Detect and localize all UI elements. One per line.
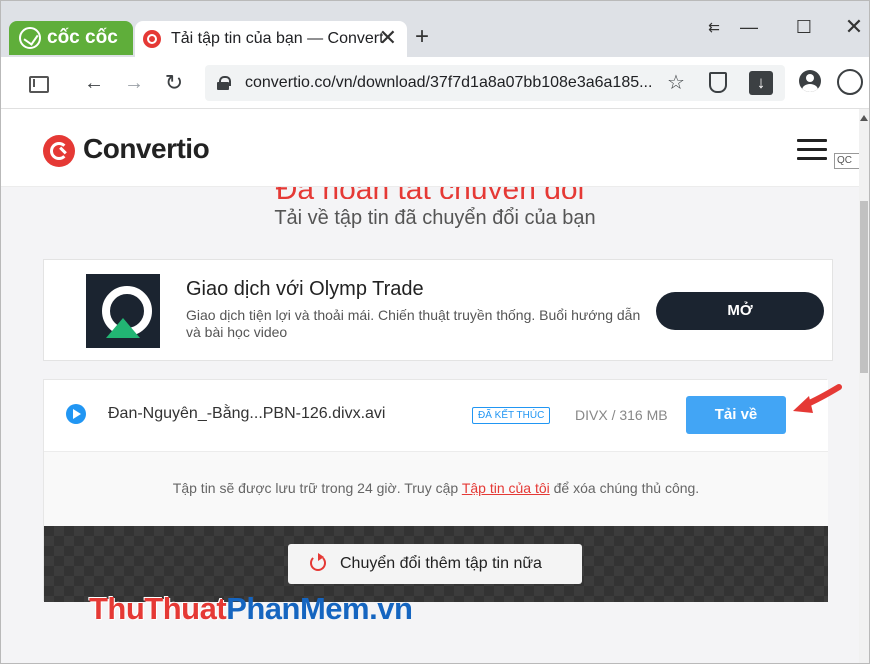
status-badge: ĐÃ KẾT THÚC (472, 407, 551, 424)
tab-title: Tải tập tin của bạn — Convertio (171, 30, 383, 47)
coccoc-brand-label: cốc cốc (47, 27, 118, 48)
convert-more-label: Chuyển đổi thêm tập tin nữa (340, 555, 542, 572)
ad-open-button[interactable]: MỞ (656, 292, 824, 330)
file-card: Đan-Nguyên_-Bằng...PBN-126.divx.avi ĐÃ K… (43, 379, 828, 602)
convertio-logo-icon[interactable] (43, 135, 75, 167)
ad-card[interactable]: Giao dịch với Olymp Trade Giao dịch tiện… (43, 259, 833, 361)
minimize-button[interactable]: — (734, 15, 764, 39)
download-icon[interactable]: ↓ (749, 71, 773, 95)
ad-title[interactable]: Giao dịch với Olymp Trade (186, 278, 424, 301)
forward-icon[interactable]: → (121, 70, 147, 96)
watermark-part3: .vn (369, 591, 413, 626)
close-window-button[interactable]: ✕ (839, 15, 869, 39)
scrollbar[interactable] (859, 109, 869, 663)
site-header: Convertio (1, 109, 859, 187)
maximize-button[interactable]: ☐ (789, 15, 819, 39)
close-tab-icon[interactable]: ✕ (379, 27, 397, 49)
extension-icon[interactable] (837, 69, 863, 95)
note-text: Tập tin sẽ được lưu trữ trong 24 giờ. Tr… (44, 480, 828, 496)
reload-icon[interactable]: ↻ (161, 70, 187, 96)
scroll-thumb[interactable] (860, 201, 868, 373)
scroll-up-icon[interactable] (860, 115, 868, 121)
browser-window: cốc cốc Tải tập tin của bạn — Convertio … (0, 0, 870, 664)
ad-description: Giao dịch tiện lợi và thoải mái. Chiến t… (186, 307, 641, 340)
ad-badge[interactable]: QC (834, 153, 862, 169)
watermark: ThuThuatPhanMem.vn (89, 591, 413, 627)
sidebar-icon[interactable] (25, 70, 51, 96)
tab-convertio[interactable]: Tải tập tin của bạn — Convertio ✕ (135, 21, 407, 57)
lock-icon[interactable] (217, 76, 231, 90)
note-text-before: Tập tin sẽ được lưu trữ trong 24 giờ. Tr… (172, 480, 462, 496)
star-icon[interactable]: ☆ (667, 70, 685, 95)
address-bar[interactable]: convertio.co/vn/download/37f7d1a8a07bb10… (205, 65, 785, 101)
site-name[interactable]: Convertio (83, 133, 210, 165)
watermark-part1: ThuThuat (89, 591, 227, 626)
coccoc-brand-tab[interactable]: cốc cốc (9, 21, 133, 55)
pin-window-button[interactable]: ⇇ (699, 15, 729, 39)
watermark-part2: PhanMem (226, 591, 370, 626)
browser-toolbar: ← → ↻ convertio.co/vn/download/37f7d1a8a… (1, 57, 869, 109)
olymp-trade-logo-icon[interactable] (86, 274, 160, 348)
convert-more-button[interactable]: Chuyển đổi thêm tập tin nữa (288, 544, 582, 584)
convertio-favicon-icon (143, 30, 161, 48)
note-text-after: để xóa chúng thủ công. (549, 480, 700, 496)
new-tab-button[interactable]: + (415, 25, 429, 49)
refresh-icon (310, 553, 326, 571)
file-name: Đan-Nguyên_-Bằng...PBN-126.divx.avi (108, 405, 386, 422)
my-files-link[interactable]: Tập tin của tôi (462, 480, 550, 496)
tab-bar: cốc cốc Tải tập tin của bạn — Convertio … (1, 1, 869, 57)
coccoc-logo-icon (19, 27, 41, 49)
shield-icon[interactable] (709, 72, 727, 93)
pointer-arrow-icon (793, 384, 842, 413)
url-text[interactable]: convertio.co/vn/download/37f7d1a8a07bb10… (245, 74, 655, 92)
file-row: Đan-Nguyên_-Bằng...PBN-126.divx.avi ĐÃ K… (44, 380, 828, 452)
menu-icon[interactable] (797, 139, 827, 161)
play-icon[interactable] (66, 404, 86, 424)
download-button[interactable]: Tải về (686, 396, 786, 434)
page-subheading: Tải về tập tin đã chuyển đổi của bạn (274, 207, 596, 229)
back-icon[interactable]: ← (81, 70, 107, 96)
profile-icon[interactable] (799, 70, 821, 92)
retention-note: Tập tin sẽ được lưu trữ trong 24 giờ. Tr… (44, 452, 828, 526)
page-content: Đã hoàn tất chuyển đổi Convertio Tải về … (1, 109, 859, 663)
file-info: DIVX / 316 MB (575, 407, 668, 423)
